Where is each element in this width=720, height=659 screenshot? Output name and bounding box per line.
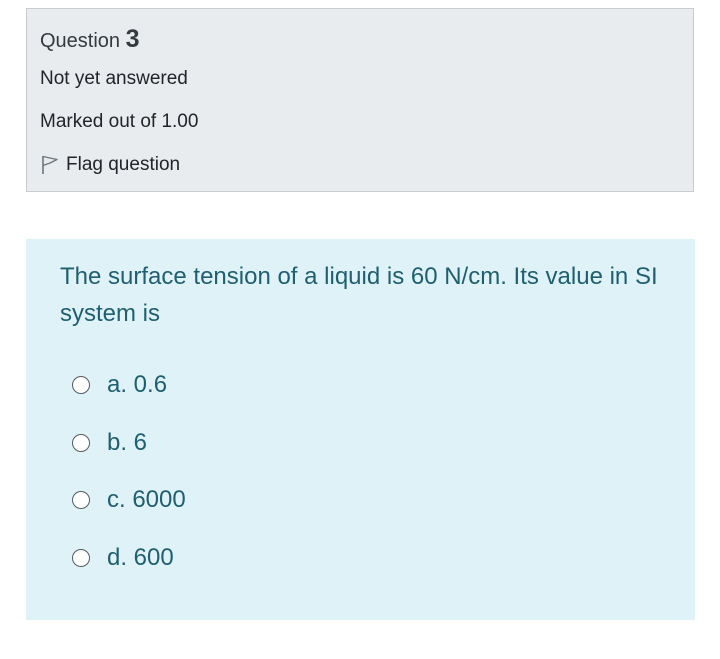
question-grade: Marked out of 1.00 bbox=[40, 111, 199, 132]
flag-question-label: Flag question bbox=[66, 154, 181, 175]
radio-button-c[interactable] bbox=[72, 491, 90, 509]
radio-button-d[interactable] bbox=[72, 548, 90, 567]
question-info-panel: Question 3 Not yet answered Marked out o… bbox=[26, 8, 694, 192]
answer-option-d[interactable]: d. 600 bbox=[72, 544, 186, 572]
question-text: The surface tension of a liquid is 60 N/… bbox=[60, 263, 658, 327]
answer-label-d: d. 600 bbox=[107, 543, 174, 571]
question-number: 3 bbox=[125, 25, 140, 53]
answer-list: a. 0.6 b. 6 c. 6000 d. 600 bbox=[72, 371, 186, 601]
answer-label-b: b. 6 bbox=[107, 428, 148, 456]
question-prefix: Question bbox=[40, 30, 121, 52]
answer-option-a[interactable]: a. 0.6 bbox=[72, 371, 186, 399]
question-state: Not yet answered bbox=[40, 68, 188, 89]
question-number-heading: Question 3 bbox=[40, 25, 140, 55]
question-content-panel: The surface tension of a liquid is 60 N/… bbox=[26, 239, 695, 620]
flag-icon bbox=[40, 154, 60, 176]
radio-button-a[interactable] bbox=[72, 376, 90, 394]
answer-label-c: c. 6000 bbox=[107, 486, 186, 513]
flag-question-link[interactable]: Flag question bbox=[40, 153, 180, 177]
answer-option-c[interactable]: c. 6000 bbox=[72, 486, 186, 514]
answer-label-a: a. 0.6 bbox=[107, 371, 168, 398]
radio-button-b[interactable] bbox=[72, 433, 90, 452]
answer-option-b[interactable]: b. 6 bbox=[72, 429, 186, 457]
